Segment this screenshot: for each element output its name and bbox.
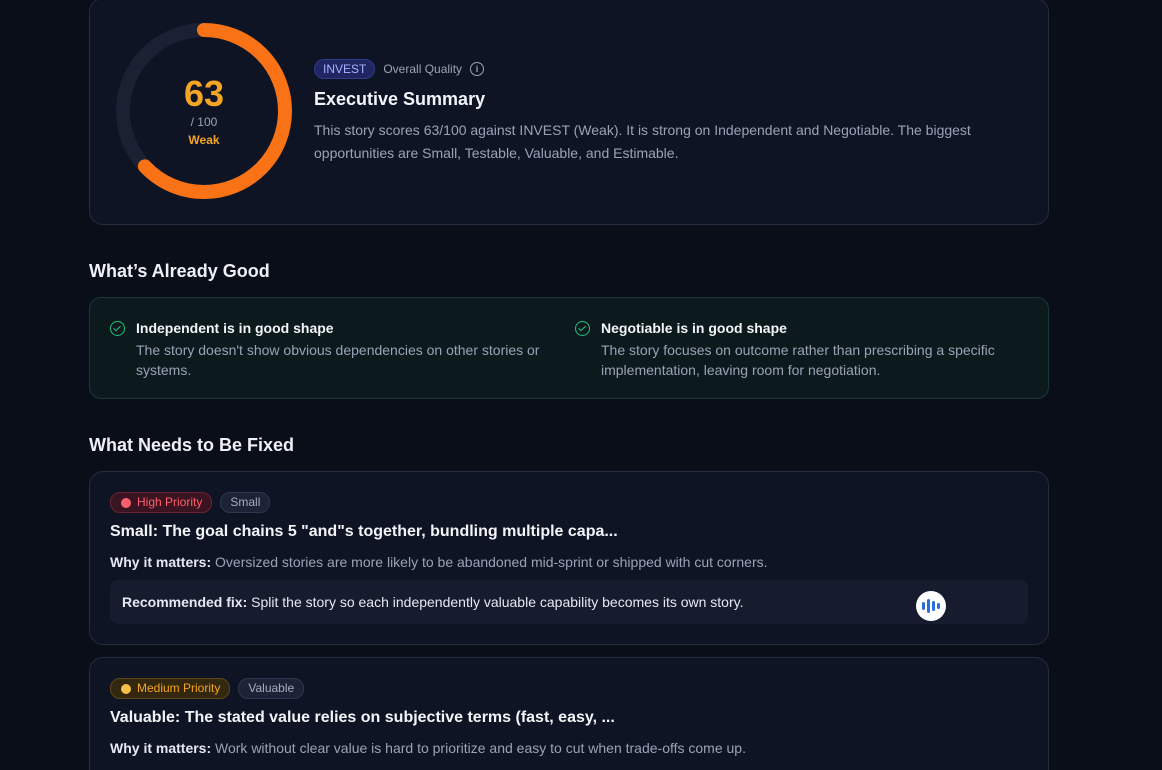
good-item-title: Negotiable is in good shape xyxy=(601,320,787,336)
priority-label: High Priority xyxy=(137,495,203,509)
score-max: / 100 xyxy=(190,115,218,129)
fix-card-small: High Priority Small Small: The goal chai… xyxy=(89,471,1049,645)
why-label: Why it matters: xyxy=(110,740,212,756)
summary-title: Executive Summary xyxy=(314,89,486,109)
good-item-description: The story doesn't show obvious dependenc… xyxy=(136,342,540,378)
fix-badges: High Priority Small xyxy=(110,492,271,513)
overall-quality-label: Overall Quality xyxy=(383,62,463,76)
why-it-matters: Why it matters: Oversized stories are mo… xyxy=(110,554,768,570)
priority-dot-icon xyxy=(121,497,131,508)
good-card: Independent is in good shape The story d… xyxy=(89,297,1049,399)
recommended-fix: Recommended fix: Split the story so each… xyxy=(122,594,744,610)
fix-section-heading: What Needs to Be Fixed xyxy=(89,435,295,455)
why-text: Oversized stories are more likely to be … xyxy=(215,554,768,570)
score-grade: Weak xyxy=(188,133,220,147)
check-circle-icon xyxy=(575,321,590,336)
good-section-heading: What’s Already Good xyxy=(89,261,270,281)
recommended-fix-box: Recommended fix: Split the story so each… xyxy=(110,580,1028,624)
good-item-title: Independent is in good shape xyxy=(136,320,334,336)
why-text: Work without clear value is hard to prio… xyxy=(215,740,746,756)
priority-dot-icon xyxy=(121,683,131,694)
executive-summary-card: 63 / 100 Weak INVEST Overall Quality i E… xyxy=(89,0,1049,225)
info-icon[interactable]: i xyxy=(470,62,485,76)
why-label: Why it matters: xyxy=(110,554,212,570)
priority-label: Medium Priority xyxy=(137,681,221,695)
good-item-description: The story focuses on outcome rather than… xyxy=(601,342,995,378)
medium-priority-badge: Medium Priority xyxy=(110,678,231,699)
fix-card-valuable: Medium Priority Valuable Valuable: The s… xyxy=(89,657,1049,770)
check-circle-icon xyxy=(110,321,125,336)
high-priority-badge: High Priority xyxy=(110,492,213,513)
fix-title: Small: The goal chains 5 "and"s together… xyxy=(110,523,618,540)
why-it-matters: Why it matters: Work without clear value… xyxy=(110,740,746,756)
rec-label: Recommended fix: xyxy=(122,594,248,610)
invest-report-page: 63 / 100 Weak INVEST Overall Quality i E… xyxy=(0,0,1162,770)
invest-badge: INVEST xyxy=(314,59,376,79)
criterion-tag: Valuable xyxy=(238,678,305,699)
score-gauge: 63 / 100 Weak xyxy=(114,21,294,201)
criterion-tag: Small xyxy=(220,492,271,513)
rec-text: Split the story so each independently va… xyxy=(251,594,744,610)
voice-assistant-icon[interactable] xyxy=(916,591,946,621)
summary-text: This story scores 63/100 against INVEST … xyxy=(314,122,971,161)
score-value: 63 xyxy=(183,73,225,114)
fix-badges: Medium Priority Valuable xyxy=(110,678,305,699)
summary-header: INVEST Overall Quality i xyxy=(314,59,485,79)
fix-title: Valuable: The stated value relies on sub… xyxy=(110,709,615,726)
